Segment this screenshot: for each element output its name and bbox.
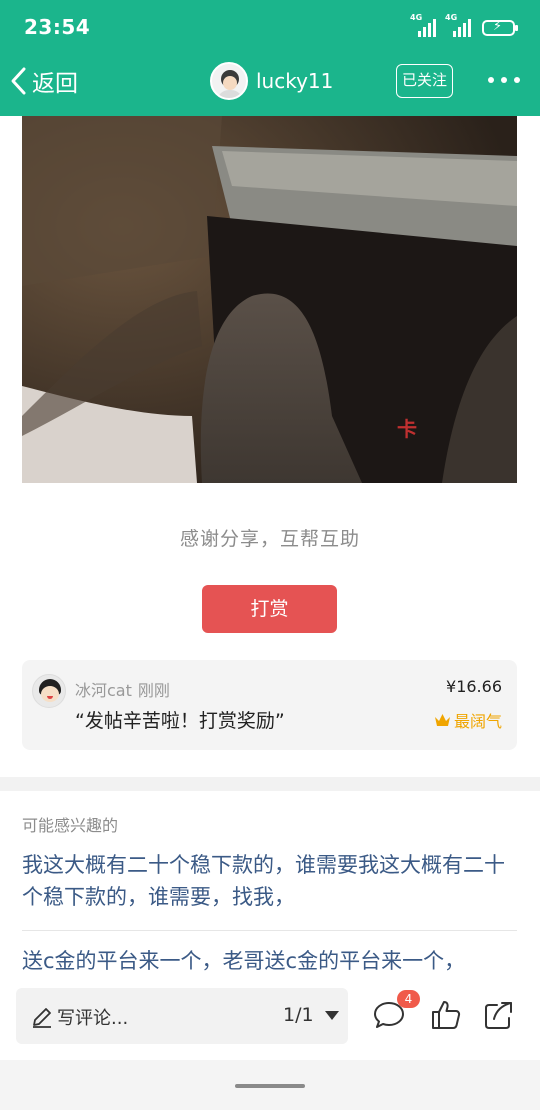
chevron-left-icon bbox=[11, 67, 26, 95]
section-divider bbox=[0, 777, 540, 791]
watermark: 卡 bbox=[397, 417, 417, 441]
like-button[interactable] bbox=[429, 998, 463, 1032]
recommendation-item[interactable]: 送c金的平台来一个，老哥送c金的平台来一个， bbox=[22, 945, 517, 977]
status-time: 23:54 bbox=[24, 15, 91, 39]
home-indicator[interactable] bbox=[235, 1084, 305, 1088]
post-image[interactable]: 卡 bbox=[22, 116, 517, 483]
system-nav-bar bbox=[0, 1060, 540, 1110]
tipper-name[interactable]: 冰河cat bbox=[75, 681, 132, 700]
avatar[interactable] bbox=[32, 674, 66, 708]
follow-button[interactable]: 已关注 bbox=[396, 64, 453, 98]
avatar[interactable] bbox=[210, 62, 248, 100]
tip-button[interactable]: 打赏 bbox=[202, 585, 337, 633]
share-button[interactable] bbox=[482, 998, 516, 1032]
tip-amount: ¥16.66 bbox=[446, 677, 502, 696]
navigation-bar: 返回 lucky11 已关注 bbox=[0, 56, 540, 116]
status-bar: 23:54 4G 4G ⚡ bbox=[0, 0, 540, 56]
recommendations-title: 可能感兴趣的 bbox=[22, 816, 119, 835]
more-icon[interactable] bbox=[488, 74, 520, 86]
tip-message: “发帖辛苦啦！打赏奖励” bbox=[75, 710, 285, 732]
comment-bar: 写评论... 1/1 bbox=[0, 976, 540, 1060]
tipper-info: 冰河cat 刚刚 bbox=[75, 677, 170, 701]
signal-icon: 4G bbox=[445, 13, 471, 37]
battery-icon: ⚡ bbox=[482, 19, 518, 36]
tip-record[interactable]: 冰河cat 刚刚 “发帖辛苦啦！打赏奖励” ¥16.66 最阔气 bbox=[22, 660, 517, 750]
tip-time: 刚刚 bbox=[137, 681, 170, 700]
back-label: 返回 bbox=[32, 71, 78, 97]
top-bar: 23:54 4G 4G ⚡ 返回 lucky11 已关注 bbox=[0, 0, 540, 116]
author-info[interactable]: lucky11 bbox=[210, 62, 333, 100]
pencil-icon bbox=[33, 1008, 51, 1028]
page-indicator[interactable]: 1/1 bbox=[283, 1004, 314, 1026]
comment-count-badge: 4 bbox=[397, 990, 420, 1008]
back-button[interactable]: 返回 bbox=[8, 64, 78, 98]
badge-label: 最阔气 bbox=[453, 712, 502, 731]
crown-icon bbox=[434, 713, 450, 726]
top-tipper-badge: 最阔气 bbox=[434, 708, 502, 732]
post-photo: 卡 bbox=[22, 116, 517, 483]
thanks-text: 感谢分享，互帮互助 bbox=[179, 528, 360, 550]
author-name[interactable]: lucky11 bbox=[256, 69, 333, 93]
comment-placeholder: 写评论... bbox=[57, 1008, 129, 1029]
recommendation-item[interactable]: 我这大概有二十个稳下款的，谁需要我这大概有二十个稳下款的，谁需要，找我， bbox=[22, 849, 517, 913]
share-icon bbox=[485, 1002, 512, 1029]
divider bbox=[22, 930, 517, 931]
caret-down-icon[interactable] bbox=[325, 1011, 339, 1020]
thumbs-up-icon bbox=[432, 1001, 461, 1029]
comment-input[interactable]: 写评论... 1/1 bbox=[16, 988, 348, 1044]
signal-icon: 4G bbox=[410, 13, 436, 37]
